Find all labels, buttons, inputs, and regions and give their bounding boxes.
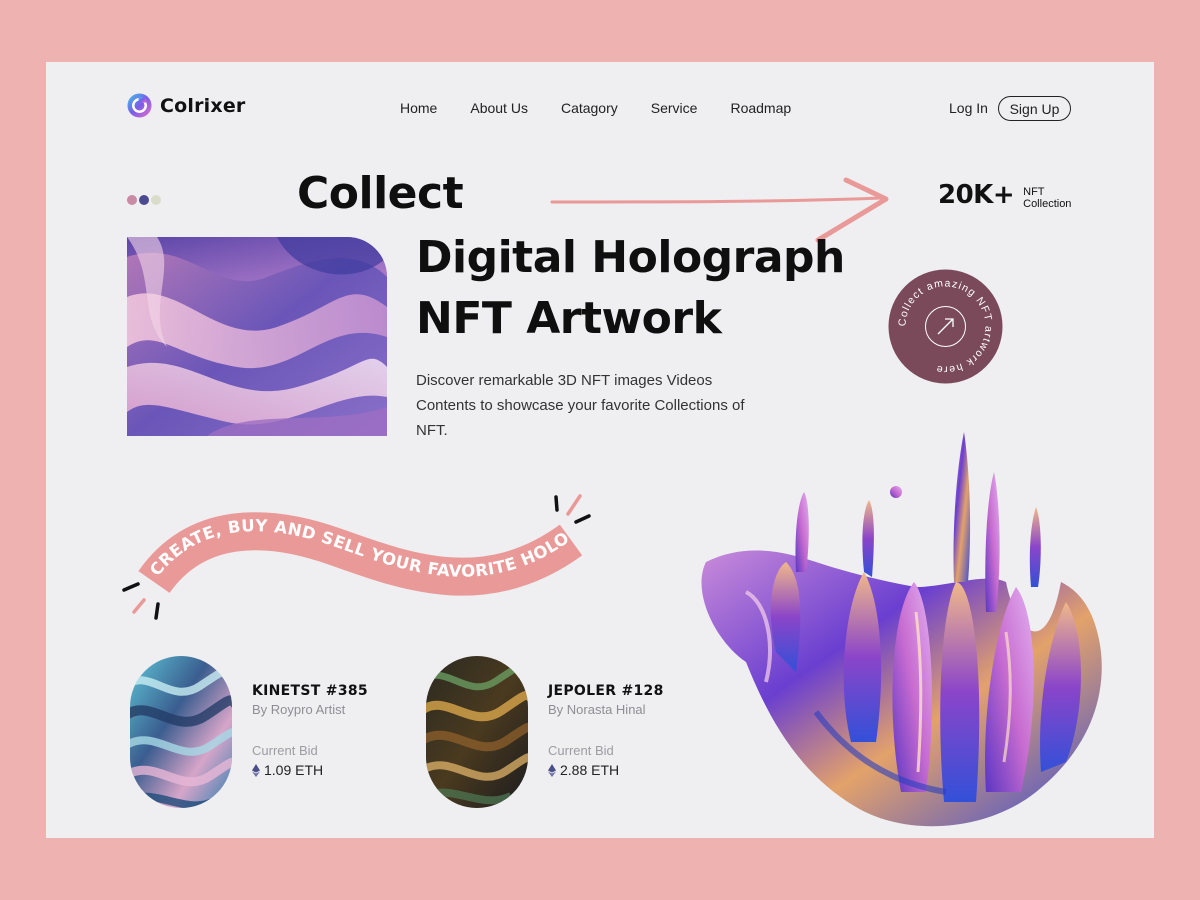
signup-button[interactable]: Sign Up [998, 96, 1071, 121]
hero-artwork-image [127, 237, 387, 436]
nav-about-us[interactable]: About Us [470, 100, 528, 116]
brand-logo[interactable]: Colrixer [127, 93, 246, 118]
nft-name: JEPOLER #128 [548, 683, 664, 699]
slider-dot[interactable] [127, 195, 137, 205]
holographic-sculpture-image [701, 432, 1102, 827]
collect-badge-button[interactable]: Collect amazing NFT artwork here [887, 268, 1004, 385]
bid-price: 1.09 ETH [264, 762, 324, 778]
ethereum-icon [548, 763, 556, 777]
slider-dots [127, 195, 161, 205]
nft-card[interactable]: JEPOLER #128 By Norasta Hinal Current Bi… [426, 656, 664, 808]
nav-roadmap[interactable]: Roadmap [730, 100, 791, 116]
nft-author: By Roypro Artist [252, 702, 346, 717]
stat-label: NFT Collection [1023, 180, 1071, 210]
slider-dot[interactable] [151, 195, 161, 205]
nft-card-info: KINETST #385 By Roypro Artist Current Bi… [252, 656, 368, 778]
promo-ribbon: CREATE, BUY AND SELL YOUR FAVORITE HOLOG… [116, 482, 591, 620]
page-frame: Colrixer Home About Us Catagory Service … [46, 62, 1154, 838]
nft-card-info: JEPOLER #128 By Norasta Hinal Current Bi… [548, 656, 664, 778]
nft-card[interactable]: KINETST #385 By Roypro Artist Current Bi… [130, 656, 368, 808]
slider-dot[interactable] [139, 195, 149, 205]
bid-price-row: 1.09 ETH [252, 762, 368, 778]
nav-home[interactable]: Home [400, 100, 437, 116]
collection-stat: 20K+ NFT Collection [938, 180, 1071, 210]
stat-value: 20K+ [938, 180, 1015, 210]
stat-label-line2: Collection [1023, 198, 1072, 210]
nft-author: By Norasta Hinal [548, 702, 646, 717]
nav-service[interactable]: Service [651, 100, 698, 116]
ethereum-icon [252, 763, 260, 777]
nav-category[interactable]: Catagory [561, 100, 618, 116]
login-link[interactable]: Log In [949, 100, 988, 116]
hero-title-word: Collect [297, 168, 464, 219]
stat-label-line1: NFT [1023, 186, 1045, 198]
logo-icon [127, 93, 152, 118]
hero-title-line2: NFT Artwork [416, 293, 722, 344]
hero-title-line1: Digital Holograph [416, 232, 845, 283]
brand-name: Colrixer [160, 94, 246, 117]
bid-price-row: 2.88 ETH [548, 762, 664, 778]
nft-card-image [426, 656, 528, 808]
bid-label: Current Bid [548, 743, 614, 758]
nft-card-image [130, 656, 232, 808]
bid-price: 2.88 ETH [560, 762, 620, 778]
nft-name: KINETST #385 [252, 683, 368, 699]
main-nav: Home About Us Catagory Service Roadmap [400, 100, 791, 116]
bid-label: Current Bid [252, 743, 318, 758]
